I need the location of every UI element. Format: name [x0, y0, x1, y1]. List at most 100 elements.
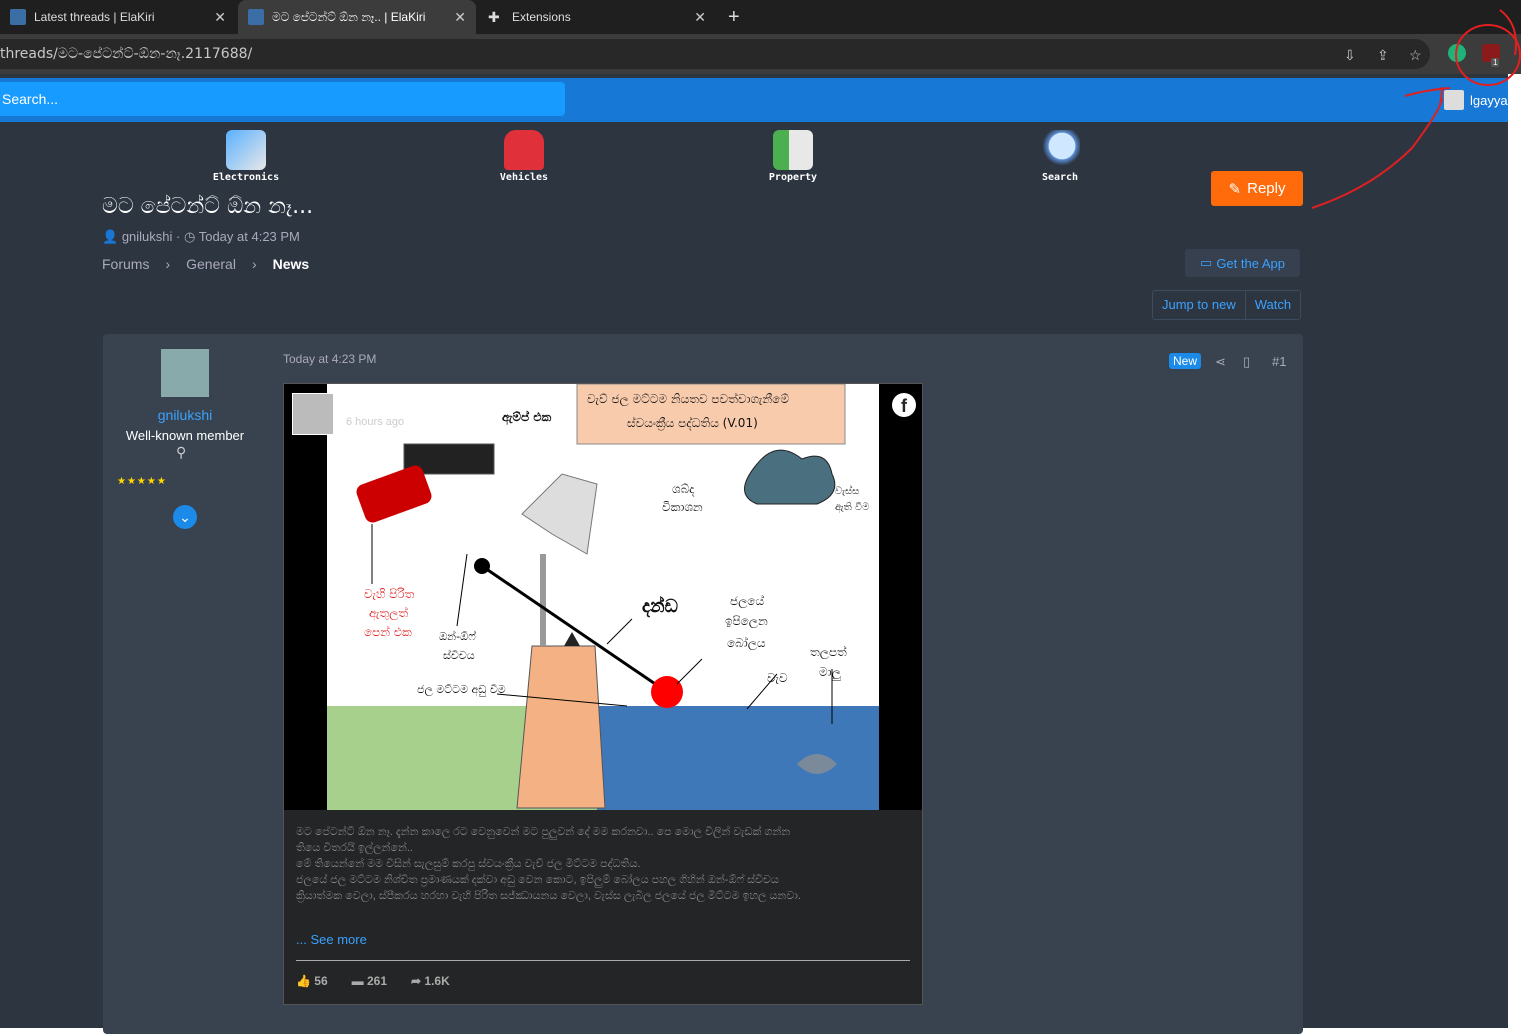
- label-low-level: ජල මට්ටම අඩු වීම: [417, 683, 506, 696]
- devices-icon: ▭: [1200, 255, 1213, 270]
- search-placeholder: Search...: [2, 91, 59, 107]
- category-label: Vehicles: [499, 172, 549, 183]
- embed-stats: 👍 56 ▬ 261 ➦ 1.6K: [296, 974, 450, 988]
- embed-text: මට පේටන්ට් ඕන නෑ. දැන්න කාලෙ රට වෙනුවෙන්…: [296, 824, 906, 904]
- new-tab-button[interactable]: +: [728, 6, 740, 29]
- label-fish-1: තලපත්: [810, 645, 847, 659]
- category-electronics[interactable]: Electronics: [186, 130, 306, 183]
- reply-label: Reply: [1247, 180, 1286, 197]
- tab-extensions[interactable]: ✚ Extensions ✕: [478, 0, 716, 34]
- new-badge: New: [1169, 353, 1202, 369]
- house-icon: [773, 130, 813, 170]
- thumbs-up-icon: 👍: [296, 974, 315, 988]
- avatar[interactable]: [161, 349, 209, 397]
- see-more-link[interactable]: ... See more: [296, 932, 367, 947]
- embed-text-line: තියෙ විතරයි ඉල්ලන්නේ..: [296, 842, 413, 854]
- breadcrumb: Forums › General › News: [102, 256, 309, 272]
- category-label: Property: [768, 172, 818, 183]
- label-rod: දන්ඩ: [642, 596, 678, 617]
- user-icon: 👤: [102, 229, 119, 244]
- breadcrumb-forums[interactable]: Forums: [102, 256, 149, 272]
- likes-stat[interactable]: 👍 56: [296, 974, 328, 988]
- label-usb-3: පෙන් එක: [364, 625, 412, 639]
- site-header: Search... lgayya: [0, 78, 1508, 122]
- embed-author[interactable]: Madhushanka Ranasinghe: [346, 398, 510, 413]
- share-arrow-icon: ➦: [411, 974, 425, 988]
- chevron-right-icon: ›: [165, 256, 171, 272]
- close-icon[interactable]: ✕: [694, 9, 706, 26]
- thread-author[interactable]: gnilukshi: [122, 229, 173, 244]
- label-usb-1: වැහි පිරිත: [364, 587, 415, 601]
- elakiri-favicon-icon: [248, 9, 264, 25]
- tab-title: මට පේටන්ට් ඕන නෑ.. | ElaKiri: [272, 9, 426, 24]
- breadcrumb-news[interactable]: News: [273, 256, 310, 272]
- category-property[interactable]: Property: [733, 130, 853, 183]
- get-app-button[interactable]: ▭ Get the App: [1185, 249, 1300, 277]
- thread-actions: Jump to new Watch: [1152, 290, 1302, 320]
- label-switch-1: ඔන්-ඕෆ්: [439, 630, 476, 643]
- elakiri-favicon-icon: [10, 9, 26, 25]
- omnibox[interactable]: threads/මට-පේටන්ට්-ඕන-නෑ.2117688/: [0, 39, 1430, 69]
- electronics-icon: [226, 130, 266, 170]
- avatar[interactable]: [292, 393, 334, 435]
- embed-text-line: මට පේටන්ට් ඕන නෑ. දැන්න කාලෙ රට වෙනුවෙන්…: [296, 826, 791, 838]
- car-icon: [504, 130, 544, 170]
- tab-thread[interactable]: මට පේටන්ට් ඕන නෑ.. | ElaKiri ✕: [238, 0, 476, 34]
- thread-date[interactable]: Today at 4:23 PM: [199, 229, 300, 244]
- address-toolbar: threads/මට-පේටන්ට්-ඕන-නෑ.2117688/ ⇩ ⇪ ☆ …: [0, 34, 1521, 74]
- magnifier-icon: [1040, 130, 1080, 170]
- facebook-icon[interactable]: f: [892, 393, 916, 417]
- bookmark-icon[interactable]: ▯: [1243, 354, 1250, 370]
- close-icon[interactable]: ✕: [454, 9, 466, 26]
- label-ball-3: බෝලය: [727, 636, 766, 650]
- label-rain-2: ඇති වීම: [835, 502, 870, 513]
- post: gnilukshi Well-known member ⚲ ★★★★★ ⌄ To…: [103, 334, 1303, 1034]
- category-vehicles[interactable]: Vehicles: [464, 130, 584, 183]
- url-text: threads/මට-පේටන්ට්-ඕන-නෑ.2117688/: [0, 46, 253, 62]
- label-ball-2: ඉපිලෙන: [725, 614, 768, 628]
- facebook-embed[interactable]: වැව් ජල මට්ටම නියතව පවත්වාගැනීමේ ස්වයංක්…: [283, 383, 923, 1005]
- post-user-title: Well-known member: [125, 428, 245, 443]
- category-label: Search: [1041, 172, 1079, 183]
- close-icon[interactable]: ✕: [214, 9, 226, 26]
- thread-meta: 👤 gnilukshi · ◷ Today at 4:23 PM: [102, 229, 300, 244]
- post-number[interactable]: #1: [1272, 354, 1286, 369]
- label-tank: වැව: [767, 671, 788, 685]
- reply-button[interactable]: ✎ Reply: [1211, 171, 1303, 206]
- label-fish-2: මාලු: [819, 665, 841, 679]
- comments-stat[interactable]: ▬ 261: [352, 974, 387, 988]
- jump-to-new-button[interactable]: Jump to new: [1153, 291, 1245, 319]
- tab-title: Latest threads | ElaKiri: [34, 10, 155, 24]
- search-input[interactable]: Search...: [0, 82, 565, 116]
- shares-stat[interactable]: ➦ 1.6K: [411, 974, 450, 988]
- diagram-image: වැව් ජල මට්ටම නියතව පවත්වාගැනීමේ ස්වයංක්…: [327, 384, 879, 810]
- embed-time[interactable]: 6 hours ago: [346, 416, 404, 428]
- get-app-label: Get the App: [1216, 255, 1285, 271]
- embed-image[interactable]: වැව් ජල මට්ටම නියතව පවත්වාගැනීමේ ස්වයංක්…: [284, 384, 922, 810]
- share-icon[interactable]: ⋖: [1215, 354, 1226, 370]
- clock-icon: ◷: [183, 229, 196, 244]
- category-search[interactable]: Search: [1000, 130, 1120, 183]
- rating-stars: ★★★★★: [117, 476, 167, 487]
- edit-icon: ✎: [1228, 180, 1242, 198]
- browser-tab-strip: Latest threads | ElaKiri ✕ මට පේටන්ට් ඕන…: [0, 0, 1521, 34]
- comment-icon: ▬: [351, 974, 367, 988]
- embed-text-line: මේ තියෙන්නේ මම විසින් සැලසුම් කරපු ස්වයං…: [296, 858, 641, 870]
- post-date[interactable]: Today at 4:23 PM: [283, 352, 376, 366]
- post-username[interactable]: gnilukshi: [103, 407, 267, 423]
- label-speaker-1: ශබ්ද: [672, 482, 695, 496]
- user-edit-icon: ⚲: [176, 444, 187, 460]
- page-title: මට පේටන්ට් ඕන නෑ...: [102, 194, 314, 219]
- embed-text-line: ක්‍රියාත්මක වෙලා, ස්පීකරය හරහා වැහි පිරි…: [296, 890, 801, 902]
- tab-title: Extensions: [512, 10, 571, 24]
- chevron-down-icon[interactable]: ⌄: [173, 505, 197, 529]
- label-usb-2: ඇතුලත්: [369, 606, 409, 620]
- tab-latest-threads[interactable]: Latest threads | ElaKiri ✕: [0, 0, 236, 34]
- breadcrumb-general[interactable]: General: [186, 256, 236, 272]
- label-rain-1: වැස්ස: [835, 486, 860, 497]
- label-switch-2: ස්විචය: [443, 649, 475, 662]
- watch-button[interactable]: Watch: [1244, 291, 1300, 319]
- divider: [296, 960, 910, 961]
- diagram-title-line2: ස්වයංක්‍රීය පද්ධතිය (V.01): [627, 416, 758, 430]
- diagram-title-line1: වැව් ජල මට්ටම නියතව පවත්වාගැනීමේ: [587, 392, 789, 406]
